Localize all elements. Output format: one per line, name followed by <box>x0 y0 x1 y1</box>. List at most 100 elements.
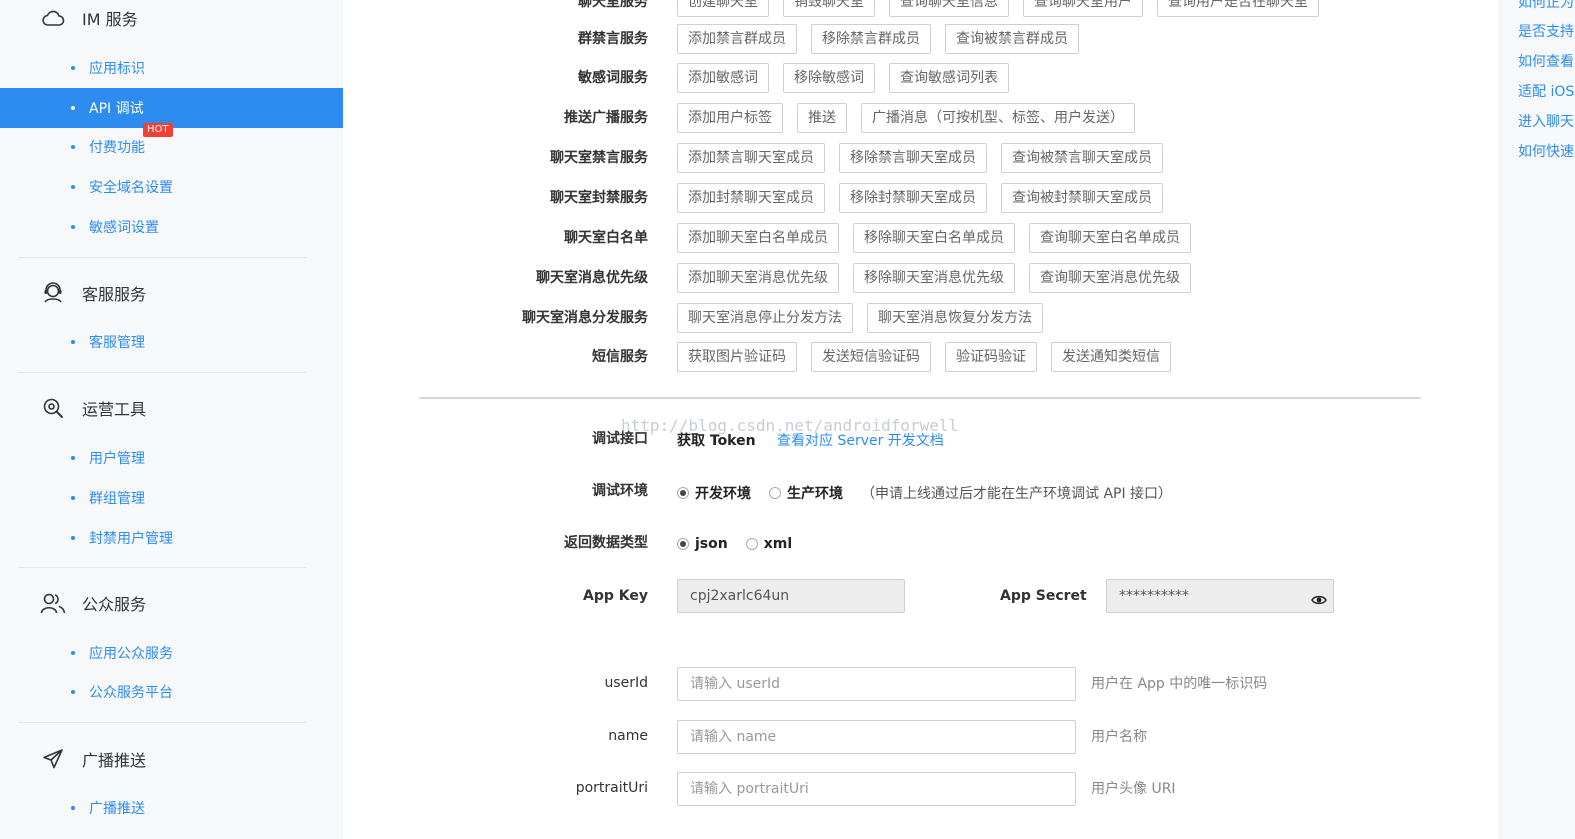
format-label: 返回数据类型 <box>564 535 648 551</box>
sidebar-divider <box>18 567 306 568</box>
app-secret-field[interactable]: ********** <box>1106 579 1334 613</box>
section-divider <box>419 397 1421 399</box>
userid-input[interactable] <box>677 667 1076 701</box>
interface-label: 调试接口 <box>592 431 648 447</box>
userid-hint: 用户在 App 中的唯一标识码 <box>1091 676 1268 692</box>
env-radio-prod[interactable]: 生产环境 <box>769 483 843 503</box>
service-api-button[interactable]: 移除封禁聊天室成员 <box>839 183 987 213</box>
service-api-button[interactable]: 查询聊天室消息优先级 <box>1029 263 1191 293</box>
service-api-button[interactable]: 添加封禁聊天室成员 <box>677 183 825 213</box>
service-row: 群禁言服务 添加禁言群成员 移除禁言群成员 查询被禁言群成员 <box>343 24 1498 54</box>
service-api-button[interactable]: 创建聊天室 <box>677 0 769 17</box>
service-api-button[interactable]: 发送通知类短信 <box>1051 342 1171 372</box>
service-row: 短信服务 获取图片验证码 发送短信验证码 验证码验证 发送通知类短信 <box>343 342 1498 372</box>
service-api-button[interactable]: 推送 <box>797 103 847 133</box>
name-input[interactable] <box>677 720 1076 754</box>
portrait-input[interactable] <box>677 772 1076 806</box>
faq-panel: 如何正为 是否支持 如何查看 适配 iOS 进入聊天 如何快速 <box>1498 0 1575 839</box>
faq-link[interactable]: 适配 iOS <box>1518 81 1574 101</box>
service-api-button[interactable]: 添加敏感词 <box>677 63 769 93</box>
service-api-button[interactable]: 获取图片验证码 <box>677 342 797 372</box>
service-buttons: 添加用户标签 推送 广播消息（可按机型、标签、用户发送） <box>677 103 1135 133</box>
sidebar-item-broadcast-push[interactable]: 广播推送 <box>0 788 343 828</box>
faq-link[interactable]: 是否支持 <box>1518 21 1574 41</box>
service-api-button[interactable]: 添加用户标签 <box>677 103 783 133</box>
service-api-button[interactable]: 聊天室消息停止分发方法 <box>677 303 853 333</box>
service-row: 聊天室服务 创建聊天室 销毁聊天室 查询聊天室信息 查询聊天室用户 查询用户是否在聊天室 <box>343 0 1498 17</box>
sidebar-group-title: 公众服务 <box>82 595 147 614</box>
sidebar-item-app-public-service[interactable]: 应用公众服务 <box>0 633 343 673</box>
sidebar-item-public-platform[interactable]: 公众服务平台 <box>0 672 343 712</box>
service-label: 聊天室服务 <box>578 0 648 10</box>
sidebar-item-sensitive-words[interactable]: 敏感词设置 <box>0 207 343 247</box>
service-api-button[interactable]: 查询被禁言群成员 <box>945 24 1079 54</box>
service-api-button[interactable]: 添加禁言群成员 <box>677 24 797 54</box>
send-icon <box>40 746 66 772</box>
env-radio-group: 开发环境 生产环境 （申请上线通过后才能在生产环境调试 API 接口） <box>677 477 1172 509</box>
sidebar-group-title: 运营工具 <box>82 400 147 419</box>
field-label-name: name <box>608 728 648 744</box>
service-row: 聊天室消息分发服务 聊天室消息停止分发方法 聊天室消息恢复分发方法 <box>343 303 1498 333</box>
sidebar-group-customer-service[interactable]: 客服服务 <box>40 278 146 308</box>
faq-link[interactable]: 如何查看 <box>1518 51 1574 71</box>
service-buttons: 获取图片验证码 发送短信验证码 验证码验证 发送通知类短信 <box>677 342 1171 372</box>
sidebar-item-service-management[interactable]: 客服管理 <box>0 322 343 362</box>
server-doc-link[interactable]: 查看对应 Server 开发文档 <box>777 430 944 450</box>
env-radio-dev[interactable]: 开发环境 <box>677 483 751 503</box>
service-api-button[interactable]: 移除禁言群成员 <box>811 24 931 54</box>
service-api-button[interactable]: 添加聊天室白名单成员 <box>677 223 839 253</box>
service-api-button[interactable]: 移除聊天室消息优先级 <box>853 263 1015 293</box>
service-buttons: 添加封禁聊天室成员 移除封禁聊天室成员 查询被封禁聊天室成员 <box>677 183 1163 213</box>
service-buttons: 添加禁言聊天室成员 移除禁言聊天室成员 查询被禁言聊天室成员 <box>677 143 1163 173</box>
sidebar-group-title: IM 服务 <box>82 10 138 29</box>
service-api-button[interactable]: 查询用户是否在聊天室 <box>1157 0 1319 17</box>
sidebar-group-im[interactable]: IM 服务 <box>40 3 138 33</box>
format-radio-xml[interactable]: xml <box>745 536 792 552</box>
service-api-button[interactable]: 添加禁言聊天室成员 <box>677 143 825 173</box>
service-api-button[interactable]: 广播消息（可按机型、标签、用户发送） <box>861 103 1135 133</box>
service-buttons: 添加聊天室消息优先级 移除聊天室消息优先级 查询聊天室消息优先级 <box>677 263 1191 293</box>
sidebar-divider <box>18 372 306 373</box>
sidebar-item-secure-domain[interactable]: 安全域名设置 <box>0 167 343 207</box>
service-api-button[interactable]: 查询聊天室用户 <box>1023 0 1143 17</box>
sidebar-item-api-debug[interactable]: API 调试 <box>0 88 343 128</box>
service-api-button[interactable]: 查询聊天室白名单成员 <box>1029 223 1191 253</box>
service-api-button[interactable]: 发送短信验证码 <box>811 342 931 372</box>
portrait-hint: 用户头像 URI <box>1091 781 1176 797</box>
app-secret-value: ********** <box>1119 588 1189 604</box>
service-api-button[interactable]: 添加聊天室消息优先级 <box>677 263 839 293</box>
service-row: 聊天室消息优先级 添加聊天室消息优先级 移除聊天室消息优先级 查询聊天室消息优先级 <box>343 263 1498 293</box>
format-radio-json[interactable]: json <box>677 536 728 552</box>
service-api-button[interactable]: 移除敏感词 <box>783 63 875 93</box>
faq-link[interactable]: 如何正为 <box>1518 0 1574 12</box>
env-label: 调试环境 <box>592 483 648 499</box>
sidebar-item-group-management[interactable]: 群组管理 <box>0 478 343 518</box>
sidebar-item-user-management[interactable]: 用户管理 <box>0 438 343 478</box>
service-api-button[interactable]: 查询被禁言聊天室成员 <box>1001 143 1163 173</box>
service-api-button[interactable]: 聊天室消息恢复分发方法 <box>867 303 1043 333</box>
app-secret-label: App Secret <box>1000 588 1087 604</box>
sidebar-item-banned-users[interactable]: 封禁用户管理 <box>0 518 343 558</box>
service-api-button[interactable]: 销毁聊天室 <box>783 0 875 17</box>
sidebar-divider <box>18 257 306 258</box>
service-api-button[interactable]: 移除聊天室白名单成员 <box>853 223 1015 253</box>
service-row: 敏感词服务 添加敏感词 移除敏感词 查询敏感词列表 <box>343 63 1498 93</box>
eye-icon[interactable] <box>1311 588 1327 605</box>
service-api-button[interactable]: 查询聊天室信息 <box>889 0 1009 17</box>
service-api-button[interactable]: 验证码验证 <box>945 342 1037 372</box>
service-api-button[interactable]: 查询被封禁聊天室成员 <box>1001 183 1163 213</box>
service-api-button[interactable]: 移除禁言聊天室成员 <box>839 143 987 173</box>
name-hint: 用户名称 <box>1091 729 1147 745</box>
sidebar-group-broadcast[interactable]: 广播推送 <box>40 744 146 774</box>
service-api-button[interactable]: 查询敏感词列表 <box>889 63 1009 93</box>
app-key-field[interactable]: cpj2xarlc64un <box>677 579 905 613</box>
sidebar-group-ops-tools[interactable]: 运营工具 <box>40 393 146 423</box>
hot-badge: HOT <box>143 123 173 137</box>
headset-icon <box>40 280 66 306</box>
faq-link[interactable]: 进入聊天 <box>1518 111 1574 131</box>
main-content: 聊天室服务 创建聊天室 销毁聊天室 查询聊天室信息 查询聊天室用户 查询用户是否在聊天室群… <box>343 0 1498 839</box>
sidebar-item-paid-features[interactable]: 付费功能 HOT <box>0 123 343 167</box>
sidebar-group-public-service[interactable]: 公众服务 <box>40 588 146 618</box>
sidebar-item-app-id[interactable]: 应用标识 <box>0 48 343 88</box>
faq-link[interactable]: 如何快速 <box>1518 141 1574 161</box>
